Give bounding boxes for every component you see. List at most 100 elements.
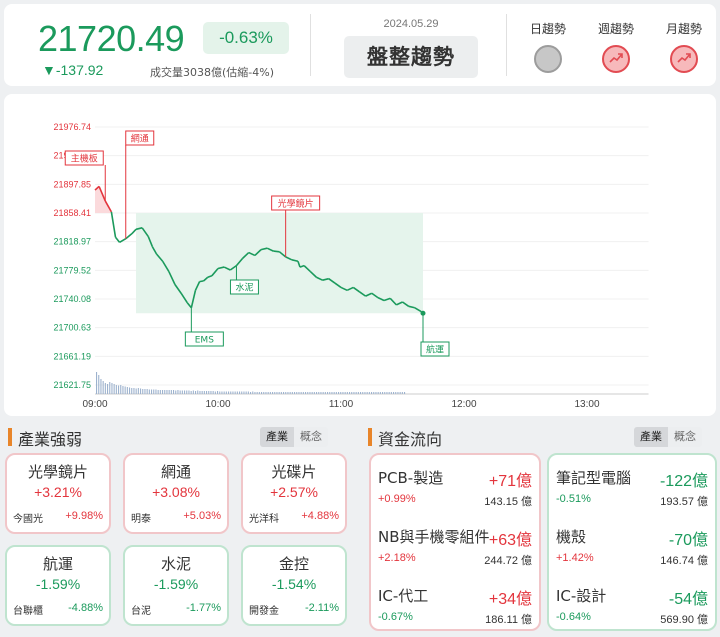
volume-bar [164,390,166,394]
volume-bar [151,389,153,394]
volume-bar [397,392,399,394]
tab-concept[interactable]: 概念 [294,427,328,447]
volume-bar [120,385,122,394]
leading-stock-name: 光洋科 [249,514,279,525]
fund-pct: -0.67% [378,611,413,623]
volume-bar [188,390,190,394]
volume-bar [133,388,135,394]
industry-name: 光學鏡片 [27,463,88,481]
fund-inflow-row[interactable]: NB與手機零組件 +63億 +2.18% 244.72 億 [378,526,532,576]
volume-bar [272,392,274,394]
volume-bar [219,391,221,394]
fund-name: IC-代工 [378,587,429,605]
volume-bar [199,391,201,394]
volume-bar [384,392,386,394]
annotation-label: 航運 [426,344,444,356]
leading-stock-pct: -1.77% [186,602,221,614]
industry-card[interactable]: 金控 -1.54% 開發金 -2.11% [241,545,347,626]
industry-card[interactable]: 航運 -1.59% 台聯櫃 -4.88% [5,545,111,626]
industry-card[interactable]: 網通 +3.08% 明泰 +5.03% [123,453,229,534]
volume-bar [289,392,291,394]
fund-name: NB與手機零組件 [378,528,490,546]
volume-bar [371,392,373,394]
volume-bar [324,392,326,394]
volume-bar [102,381,104,394]
volume-bar [162,390,164,394]
volume-bar [329,392,331,394]
change-points: ▼-137.92 [42,62,104,78]
volume-bar [322,392,324,394]
fund-pct: +1.42% [556,552,594,564]
leading-stock-name: 今國光 [13,514,43,525]
price-line-segment [199,280,204,283]
fund-outflow-row[interactable]: 機殼 -70億 +1.42% 146.74 億 [556,526,708,576]
volume-bar [195,391,197,394]
volume-bar [126,387,128,394]
fund-flow-tab-group: 產業 概念 [634,427,702,447]
annotation-label: EMS [195,336,214,346]
y-tick-label: 21976.74 [53,122,91,132]
volume-bar [263,392,265,394]
fund-name: 機殼 [556,528,587,546]
volume-bar [267,392,269,394]
volume-bar [124,386,126,394]
volume-bar [186,390,188,394]
volume-bar [274,392,276,394]
industry-strength-header: 產業強弱 產業 概念 [8,426,348,449]
volume-bar [401,392,403,394]
volume-bar [122,386,124,394]
industry-card[interactable]: 水泥 -1.59% 台泥 -1.77% [123,545,229,626]
volume-bar [373,392,375,394]
industry-pct: -1.54% [271,576,317,592]
y-tick-label: 21818.97 [53,237,91,247]
fund-inflow-row[interactable]: IC-代工 +34億 -0.67% 186.11 億 [378,585,532,629]
trade-date: 2024.05.29 [383,18,439,30]
fund-pct: +2.18% [378,552,416,564]
fund-amount: +63億 [488,532,532,549]
volume-bar [214,391,216,394]
tab-concept[interactable]: 概念 [668,427,702,447]
industry-name: 網通 [160,463,191,481]
fund-outflow-row[interactable]: IC-設計 -54億 -0.64% 569.90 億 [556,585,708,629]
volume-bar [366,392,368,394]
y-tick-label: 21661.19 [53,351,91,361]
volume-bar [98,375,100,394]
trend-daily[interactable]: 日趨勢 [520,20,576,73]
fund-amount: -54億 [668,591,708,608]
trend-weekly[interactable]: 週趨勢 [588,20,644,73]
industry-card[interactable]: 光碟片 +2.57% 光洋科 +4.88% [241,453,347,534]
trend-monthly[interactable]: 月趨勢 [656,20,712,73]
trend-label: 盤整趨勢 [344,36,478,78]
industry-strength-title: 產業強弱 [18,430,83,449]
volume-bar [142,389,144,394]
fund-inflow-panel: PCB-製造 +71億 +0.99% 143.15 億 NB與手機零組件 +63… [369,453,541,631]
annotation-label: 光學鏡片 [278,198,314,210]
fund-amount: -122億 [659,473,708,490]
volume-bar [184,390,186,394]
volume-bar [404,392,406,394]
tab-industry[interactable]: 產業 [634,427,668,447]
volume-bar [340,392,342,394]
leading-stock-name: 台泥 [131,606,151,617]
fund-pct: -0.51% [556,493,591,505]
fund-amount: +34億 [488,591,532,608]
tab-industry[interactable]: 產業 [260,427,294,447]
divider [310,14,311,76]
leading-stock: 明泰 +5.03% [131,510,221,525]
annotation-label: 網通 [131,133,149,145]
volume-bar [140,388,142,394]
volume-bar [338,392,340,394]
fund-pct: +0.99% [378,493,416,505]
volume-bar [192,390,194,394]
fund-inflow-row[interactable]: PCB-製造 +71億 +0.99% 143.15 億 [378,467,532,517]
volume-bar [190,391,192,394]
volume-bar [252,391,254,394]
volume-bar [351,392,353,394]
volume-bar [177,390,179,394]
industry-card[interactable]: 光學鏡片 +3.21% 今國光 +9.98% [5,453,111,534]
fund-outflow-row[interactable]: 筆記型電腦 -122億 -0.51% 193.57 億 [556,467,708,517]
fund-name: IC-設計 [556,587,607,605]
volume-bar [265,392,267,394]
volume-bar [153,389,155,394]
volume-bar [135,388,137,394]
